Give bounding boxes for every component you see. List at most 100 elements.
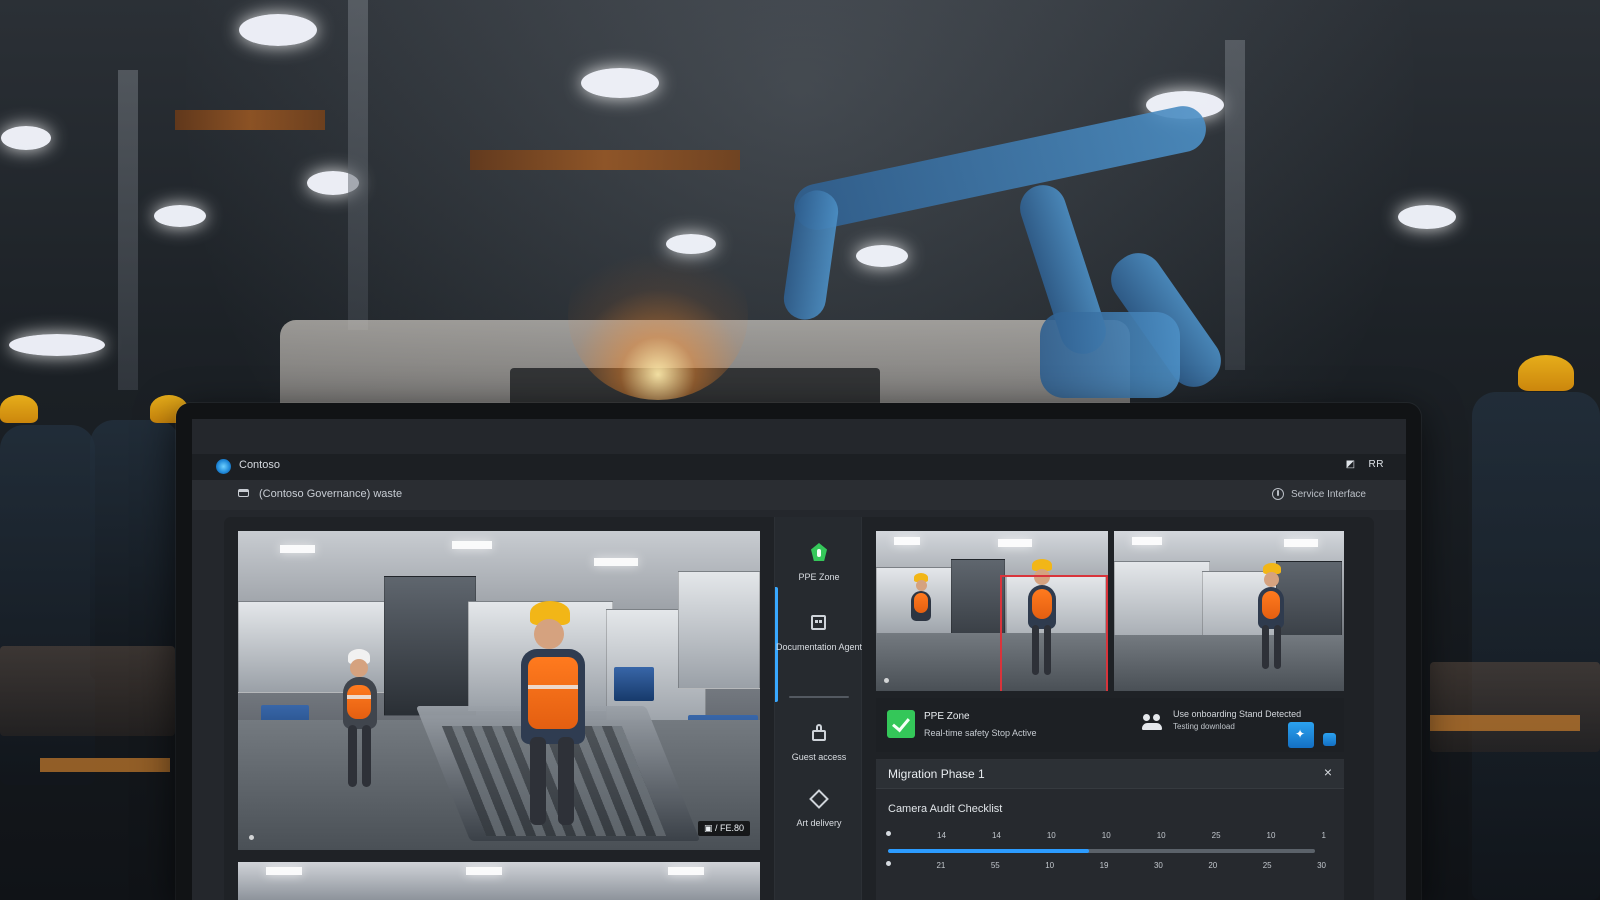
timeline-track[interactable] <box>888 849 1315 853</box>
robot-arm-base <box>1040 312 1180 398</box>
workspace-title: (Contoso Governance) waste <box>259 488 403 500</box>
users-icon-body <box>1142 723 1162 730</box>
background-rack <box>1430 715 1580 731</box>
camera-feed-secondary[interactable] <box>238 862 760 900</box>
ceiling-light <box>154 205 206 227</box>
close-icon[interactable]: × <box>1324 765 1332 779</box>
factory-column <box>1225 40 1245 370</box>
worker-leg <box>1274 625 1281 669</box>
window-titlebar: Contoso ◩ RR <box>192 454 1406 481</box>
welding-spark <box>568 230 748 400</box>
migration-panel: Migration Phase 1 × Camera Audit Checkli… <box>876 759 1344 900</box>
timeline-top-label: 14 <box>991 831 1001 840</box>
worker-vest <box>528 657 578 729</box>
timeline-top-label: 10 <box>1156 831 1166 840</box>
feed-light <box>668 867 704 875</box>
worker-leg <box>1262 625 1269 669</box>
feed-light <box>280 545 315 553</box>
worker-right-small <box>1255 563 1289 675</box>
rail-item-label: Guest access <box>791 752 847 762</box>
timeline-top-label: 1 <box>1321 831 1326 840</box>
timeline-bottom-label: 20 <box>1208 861 1218 870</box>
shield-icon <box>808 543 830 565</box>
camera-feed-code: ▣ / FE.80 <box>697 821 750 836</box>
user-initials[interactable]: RR <box>1369 459 1384 470</box>
vest-stripe <box>347 695 371 699</box>
worker-head <box>1264 572 1279 587</box>
worker-leg <box>348 725 357 787</box>
timeline-bottom-label: 25 <box>1262 861 1272 870</box>
timeline-bottom-label: 19 <box>1099 861 1109 870</box>
worker-leg <box>362 725 371 787</box>
feed-light <box>998 539 1032 547</box>
ceiling-light <box>9 334 105 356</box>
check-icon <box>887 710 915 738</box>
rail-item-label: Documentation Agent <box>775 642 863 652</box>
title-actions: ◩ RR <box>1345 459 1384 470</box>
worker-head <box>350 659 368 677</box>
background-hardhat <box>1518 355 1574 391</box>
workspace-icon <box>238 489 249 497</box>
ceiling-beam <box>175 110 325 130</box>
timeline-bottom-label: 21 <box>936 861 946 870</box>
timeline-start-dot <box>886 831 891 836</box>
timeline-top-label: 25 <box>1211 831 1221 840</box>
feed-machine <box>384 576 476 716</box>
power-icon <box>1271 488 1284 500</box>
diamond-icon <box>808 789 830 811</box>
workspace-header: (Contoso Governance) waste Service Inter… <box>192 480 1406 510</box>
system-status-label: Service Interface <box>1290 488 1366 500</box>
feed-light <box>594 558 638 566</box>
sparkle-action-button[interactable] <box>1288 722 1314 748</box>
rail-item-art-delivery[interactable]: Art delivery <box>775 789 863 829</box>
timeline-bottom-labels: 21 55 10 19 30 20 25 30 <box>886 861 1326 870</box>
rail-item-guest-access[interactable]: Guest access <box>775 723 863 763</box>
camera-feed-dot <box>249 835 254 840</box>
feed-light <box>266 867 302 875</box>
notice-subtitle: Testing download <box>1173 722 1235 731</box>
feed-blue-panel <box>614 667 654 701</box>
timeline-progress-fill <box>888 849 1089 853</box>
feed-light <box>466 867 502 875</box>
camera-feed-dot <box>884 678 889 683</box>
robot-arm-segment <box>789 101 1211 235</box>
ceiling-light <box>581 68 659 98</box>
rail-item-documentation-agent[interactable]: Documentation Agent <box>775 613 863 653</box>
timeline-bottom-label: 55 <box>990 861 1000 870</box>
ceiling-light <box>239 14 317 46</box>
lock-icon <box>808 723 830 745</box>
timeline-top-label: 10 <box>1266 831 1276 840</box>
timeline-end-dot <box>886 861 891 866</box>
feed-machine <box>678 571 760 689</box>
rail-item-label: PPE Zone <box>798 572 840 582</box>
feed-light <box>894 537 920 545</box>
feed-light <box>1132 537 1162 545</box>
worker-head <box>916 580 927 591</box>
worker-vest <box>1262 591 1280 619</box>
background-worker <box>90 420 180 680</box>
status-strip: PPE Zone Real-time safety Stop Active Us… <box>876 698 1344 752</box>
rail-item-label: Art delivery <box>796 818 842 828</box>
window-action-icon[interactable]: ◩ <box>1345 459 1357 470</box>
feed-floor <box>1114 635 1344 691</box>
building-icon <box>808 613 830 635</box>
feature-rail: PPE Zone Documentation Agent Guest acces… <box>774 517 862 900</box>
worker-vest <box>347 685 371 719</box>
monitor-screen: Contoso ◩ RR (Contoso Governance) waste … <box>192 419 1406 900</box>
camera-feed-main[interactable]: ▣ / FE.80 <box>238 531 760 850</box>
worker-head <box>534 619 564 649</box>
ppe-zone-icon <box>811 543 827 561</box>
timeline-top-label: 14 <box>937 831 946 840</box>
ceiling-light <box>1398 205 1456 229</box>
camera-feed-secondary-view[interactable] <box>1114 531 1344 691</box>
camera-feed-detection[interactable] <box>876 531 1108 691</box>
detection-box[interactable] <box>1000 575 1108 691</box>
ceiling-beam <box>470 150 740 170</box>
factory-scene: Contoso ◩ RR (Contoso Governance) waste … <box>0 0 1600 900</box>
timeline-bottom-label: 30 <box>1317 861 1326 870</box>
system-status[interactable]: Service Interface <box>1271 488 1366 500</box>
workspace-area: ▣ / FE.80 PPE Zone Documentation Agent G… <box>224 517 1374 900</box>
timeline-bottom-label: 10 <box>1045 861 1055 870</box>
rail-item-ppe-zone[interactable]: PPE Zone <box>775 543 863 583</box>
secondary-action-button[interactable] <box>1323 733 1336 746</box>
